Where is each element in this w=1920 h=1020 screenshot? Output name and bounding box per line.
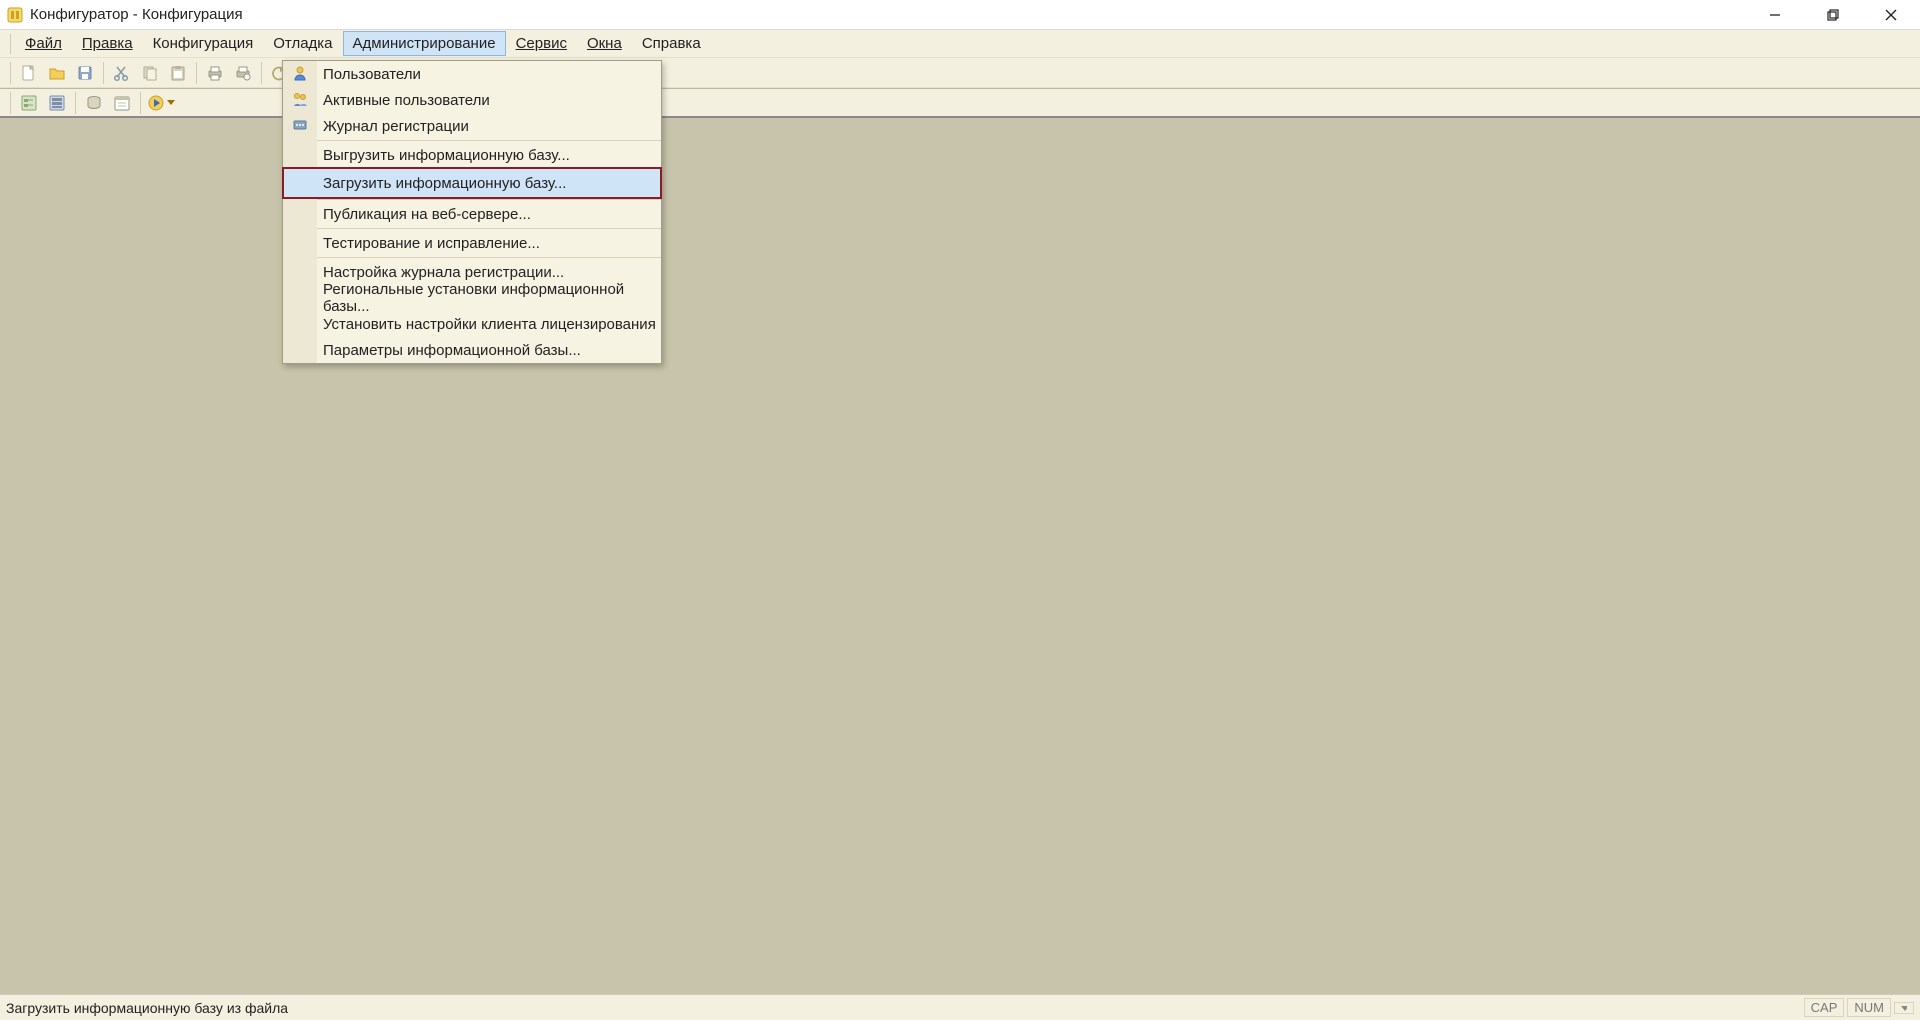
database-icon[interactable] <box>81 91 107 115</box>
statusbar: Загрузить информационную базу из файла C… <box>0 994 1920 1020</box>
maximize-button[interactable] <box>1804 0 1862 29</box>
menubar-grip <box>10 34 11 54</box>
menu-item-label: Публикация на веб-сервере... <box>317 206 531 223</box>
close-button[interactable] <box>1862 0 1920 29</box>
menu-item-label: Тестирование и исправление... <box>317 235 540 252</box>
menu-item-test-repair[interactable]: Тестирование и исправление... <box>283 230 661 256</box>
workspace: Пользователи Активные пользователи Журна… <box>0 118 1920 994</box>
menu-item-label: Настройка журнала регистрации... <box>317 264 564 281</box>
menu-item-label: Региональные установки информационной ба… <box>317 281 661 315</box>
menu-debug[interactable]: Отладка <box>263 31 342 56</box>
db-config-icon[interactable] <box>44 91 70 115</box>
menu-item-label: Выгрузить информационную базу... <box>317 147 570 164</box>
titlebar: Конфигуратор - Конфигурация <box>0 0 1920 30</box>
minimize-button[interactable] <box>1746 0 1804 29</box>
calendar-icon[interactable] <box>109 91 135 115</box>
window-title: Конфигуратор - Конфигурация <box>30 6 243 23</box>
menu-item-infobase-params[interactable]: Параметры информационной базы... <box>283 337 661 363</box>
cut-icon[interactable] <box>109 61 135 85</box>
menu-item-label: Активные пользователи <box>317 92 490 109</box>
print-preview-icon[interactable] <box>230 61 256 85</box>
print-icon[interactable] <box>202 61 228 85</box>
menu-item-users[interactable]: Пользователи <box>283 61 661 87</box>
menu-windows[interactable]: Окна <box>577 31 632 56</box>
menu-item-publish-web[interactable]: Публикация на веб-сервере... <box>283 201 661 227</box>
menu-service[interactable]: Сервис <box>506 31 577 56</box>
config-tree-icon[interactable] <box>16 91 42 115</box>
window-controls <box>1746 0 1920 29</box>
open-folder-icon[interactable] <box>44 61 70 85</box>
menu-item-dump-infobase[interactable]: Выгрузить информационную базу... <box>283 142 661 168</box>
menu-item-active-users[interactable]: Активные пользователи <box>283 87 661 113</box>
menu-item-event-log[interactable]: Журнал регистрации <box>283 113 661 139</box>
menu-edit[interactable]: Правка <box>72 31 143 56</box>
menu-item-restore-infobase[interactable]: Загрузить информационную базу... <box>283 168 661 198</box>
menu-item-label: Установить настройки клиента лицензирова… <box>317 316 656 333</box>
menu-help[interactable]: Справка <box>632 31 711 56</box>
app-window: Конфигуратор - Конфигурация Файл Правка … <box>0 0 1920 1020</box>
status-cap: CAP <box>1804 998 1845 1017</box>
menu-item-label: Загрузить информационную базу... <box>317 175 566 192</box>
status-num: NUM <box>1847 998 1891 1017</box>
start-debug-button[interactable] <box>145 91 177 115</box>
menu-item-label: Журнал регистрации <box>317 118 469 135</box>
app-icon <box>6 6 24 24</box>
menu-item-regional-settings[interactable]: Региональные установки информационной ба… <box>283 285 661 311</box>
dropdown-caret-icon <box>167 100 175 105</box>
menu-item-label: Параметры информационной базы... <box>317 342 581 359</box>
menu-configuration[interactable]: Конфигурация <box>143 31 264 56</box>
paste-icon[interactable] <box>165 61 191 85</box>
status-menu-button[interactable] <box>1894 1002 1914 1014</box>
menubar: Файл Правка Конфигурация Отладка Админис… <box>0 30 1920 58</box>
copy-icon[interactable] <box>137 61 163 85</box>
save-icon[interactable] <box>72 61 98 85</box>
log-icon <box>292 117 308 136</box>
users-group-icon <box>292 91 308 110</box>
status-text: Загрузить информационную базу из файла <box>6 1000 288 1016</box>
menu-item-label: Пользователи <box>317 66 421 83</box>
menu-file[interactable]: Файл <box>15 31 72 56</box>
menu-item-license-client[interactable]: Установить настройки клиента лицензирова… <box>283 311 661 337</box>
new-file-icon[interactable] <box>16 61 42 85</box>
menu-administration-dropdown: Пользователи Активные пользователи Журна… <box>282 60 662 364</box>
user-icon <box>292 65 308 84</box>
menu-administration[interactable]: Администрирование <box>343 31 506 56</box>
